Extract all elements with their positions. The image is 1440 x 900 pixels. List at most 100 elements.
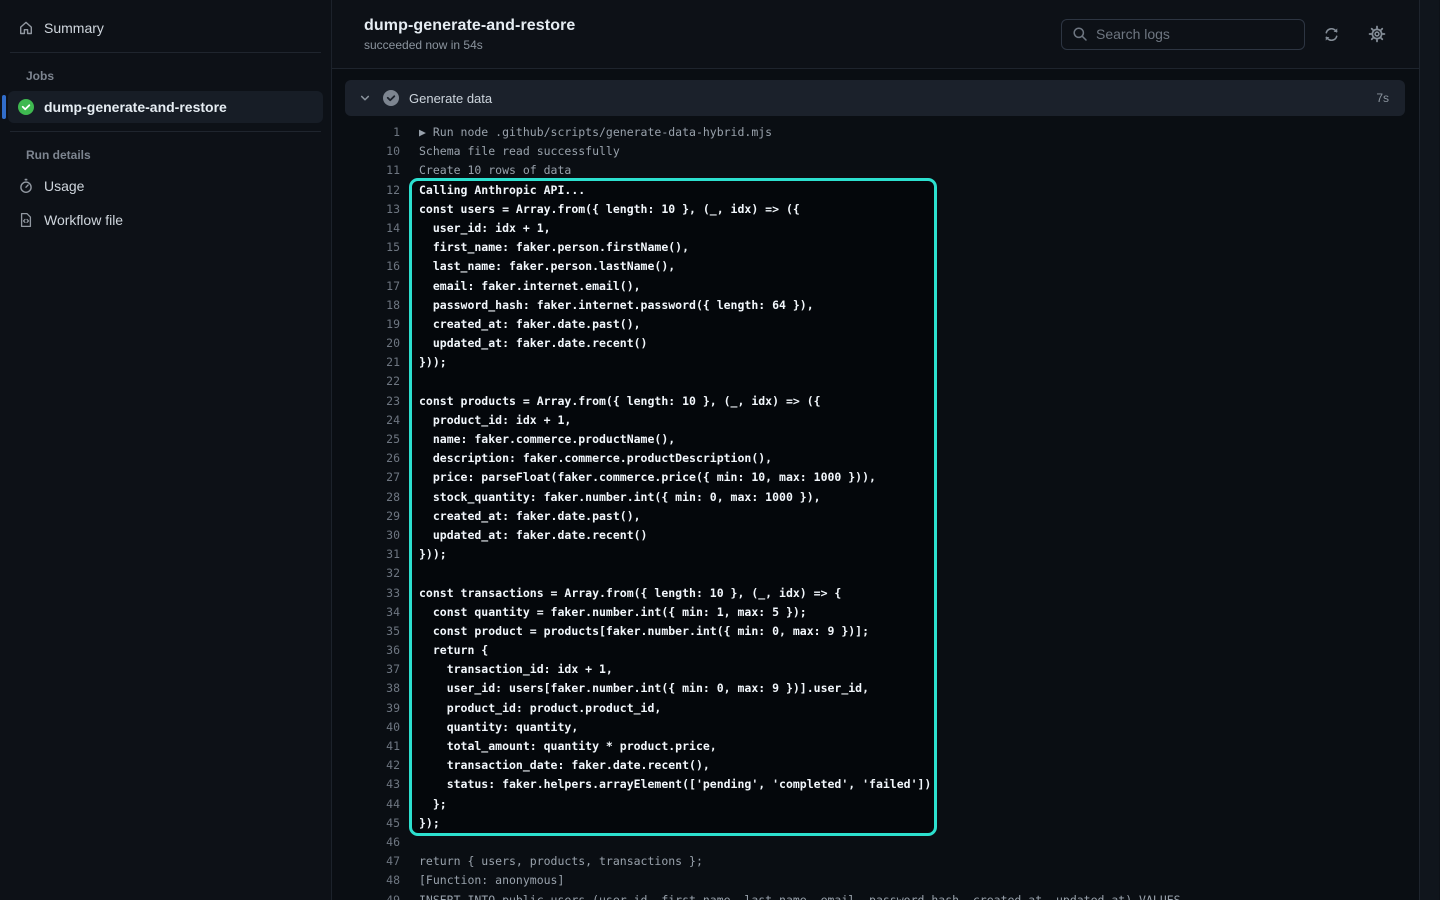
- log-line-number[interactable]: 24: [332, 411, 400, 430]
- log-line-number[interactable]: 15: [332, 238, 400, 257]
- log-line-number[interactable]: 14: [332, 219, 400, 238]
- log-line: 43 status: faker.helpers.arrayElement(['…: [332, 775, 1419, 794]
- log-line-number[interactable]: 13: [332, 200, 400, 219]
- log-line: 47return { users, products, transactions…: [332, 852, 1419, 871]
- log-line-number[interactable]: 38: [332, 679, 400, 698]
- log-line-number[interactable]: 35: [332, 622, 400, 641]
- log-search-box[interactable]: [1061, 19, 1305, 50]
- log-line-text: created_at: faker.date.past(),: [400, 315, 641, 334]
- log-line-number[interactable]: 29: [332, 507, 400, 526]
- step-check-circle-icon: [383, 90, 399, 106]
- sidebar-item-workflow-file[interactable]: Workflow file: [8, 204, 323, 236]
- sidebar-item-job[interactable]: dump-generate-and-restore: [8, 91, 323, 123]
- step-header-generate-data[interactable]: Generate data 7s: [345, 80, 1405, 116]
- log-line-text: Calling Anthropic API...: [400, 181, 585, 200]
- active-job-indicator: [2, 95, 6, 119]
- chevron-down-icon[interactable]: [357, 90, 373, 106]
- log-line-text: product_id: idx + 1,: [400, 411, 571, 430]
- main-panel: dump-generate-and-restore succeeded now …: [332, 0, 1420, 900]
- log-line-number[interactable]: 30: [332, 526, 400, 545]
- log-line: 34 const quantity = faker.number.int({ m…: [332, 603, 1419, 622]
- sidebar-item-label: Summary: [44, 20, 104, 36]
- log-line-text: password_hash: faker.internet.password({…: [400, 296, 814, 315]
- log-line-number[interactable]: 12: [332, 181, 400, 200]
- log-line: 19 created_at: faker.date.past(),: [332, 315, 1419, 334]
- scrollbar-gutter[interactable]: [1420, 0, 1439, 900]
- log-line-number[interactable]: 49: [332, 891, 400, 900]
- log-line-number[interactable]: 28: [332, 488, 400, 507]
- log-line-text: const users = Array.from({ length: 10 },…: [400, 200, 800, 219]
- log-line-number[interactable]: 39: [332, 699, 400, 718]
- log-line-text: quantity: quantity,: [400, 718, 578, 737]
- log-line: 15 first_name: faker.person.firstName(),: [332, 238, 1419, 257]
- log-panel: Generate data 7s 1▶ Run node .github/scr…: [332, 69, 1419, 900]
- log-line-text: });: [400, 814, 440, 833]
- log-line-number[interactable]: 25: [332, 430, 400, 449]
- log-line: 25 name: faker.commerce.productName(),: [332, 430, 1419, 449]
- log-line-number[interactable]: 45: [332, 814, 400, 833]
- log-line-number[interactable]: 23: [332, 392, 400, 411]
- log-line-number[interactable]: 10: [332, 142, 400, 161]
- log-line-text: [Function: anonymous]: [400, 871, 564, 890]
- log-line-text: first_name: faker.person.firstName(),: [400, 238, 689, 257]
- log-line: 44 };: [332, 795, 1419, 814]
- sidebar-divider: [10, 52, 321, 53]
- log-line: 39 product_id: product.product_id,: [332, 699, 1419, 718]
- log-line-text: user_id: idx + 1,: [400, 219, 551, 238]
- log-line-number[interactable]: 19: [332, 315, 400, 334]
- log-line-number[interactable]: 20: [332, 334, 400, 353]
- log-line-text: transaction_date: faker.date.recent(),: [400, 756, 710, 775]
- log-line-number[interactable]: 16: [332, 257, 400, 276]
- log-line-number[interactable]: 48: [332, 871, 400, 890]
- log-line-number[interactable]: 18: [332, 296, 400, 315]
- log-line-number[interactable]: 17: [332, 277, 400, 296]
- run-header: dump-generate-and-restore succeeded now …: [332, 0, 1419, 69]
- log-line-number[interactable]: 47: [332, 852, 400, 871]
- settings-gear-button[interactable]: [1363, 20, 1391, 48]
- log-line-number[interactable]: 22: [332, 372, 400, 391]
- log-line-number[interactable]: 31: [332, 545, 400, 564]
- log-line-number[interactable]: 40: [332, 718, 400, 737]
- log-line-text: Create 10 rows of data: [400, 161, 571, 180]
- log-line-number[interactable]: 37: [332, 660, 400, 679]
- home-icon: [18, 20, 34, 36]
- log-line: 20 updated_at: faker.date.recent(): [332, 334, 1419, 353]
- log-line: 31}));: [332, 545, 1419, 564]
- log-line-number[interactable]: 34: [332, 603, 400, 622]
- log-line: 32: [332, 564, 1419, 583]
- file-code-icon: [18, 212, 34, 228]
- log-line: 17 email: faker.internet.email(),: [332, 277, 1419, 296]
- refresh-logs-button[interactable]: [1317, 20, 1345, 48]
- log-line-text: email: faker.internet.email(),: [400, 277, 641, 296]
- log-line-text: [400, 372, 419, 391]
- stopwatch-icon: [18, 178, 34, 194]
- page-title: dump-generate-and-restore: [364, 17, 575, 35]
- log-line: 37 transaction_id: idx + 1,: [332, 660, 1419, 679]
- log-line: 29 created_at: faker.date.past(),: [332, 507, 1419, 526]
- log-line-number[interactable]: 11: [332, 161, 400, 180]
- log-line: 18 password_hash: faker.internet.passwor…: [332, 296, 1419, 315]
- log-line-text: created_at: faker.date.past(),: [400, 507, 641, 526]
- log-line: 30 updated_at: faker.date.recent(): [332, 526, 1419, 545]
- log-line-number[interactable]: 21: [332, 353, 400, 372]
- step-duration: 7s: [1376, 91, 1389, 105]
- sidebar-item-summary[interactable]: Summary: [8, 12, 323, 44]
- log-line-text: ▶ Run node .github/scripts/generate-data…: [400, 123, 772, 142]
- log-line-number[interactable]: 41: [332, 737, 400, 756]
- log-line-text: updated_at: faker.date.recent(): [400, 334, 647, 353]
- search-input[interactable]: [1096, 26, 1294, 42]
- log-line-number[interactable]: 43: [332, 775, 400, 794]
- sidebar-item-usage[interactable]: Usage: [8, 170, 323, 202]
- log-line-number[interactable]: 32: [332, 564, 400, 583]
- log-line-number[interactable]: 44: [332, 795, 400, 814]
- log-line-number[interactable]: 46: [332, 833, 400, 852]
- log-line-number[interactable]: 26: [332, 449, 400, 468]
- workflow-run-page: Summary Jobs dump-generate-and-restore R…: [0, 0, 1440, 900]
- log-line-number[interactable]: 36: [332, 641, 400, 660]
- log-line-number[interactable]: 27: [332, 468, 400, 487]
- log-line-number[interactable]: 1: [332, 123, 400, 142]
- log-line-number[interactable]: 42: [332, 756, 400, 775]
- log-line-number[interactable]: 33: [332, 584, 400, 603]
- log-line: 12Calling Anthropic API...: [332, 181, 1419, 200]
- log-line: 1▶ Run node .github/scripts/generate-dat…: [332, 123, 1419, 142]
